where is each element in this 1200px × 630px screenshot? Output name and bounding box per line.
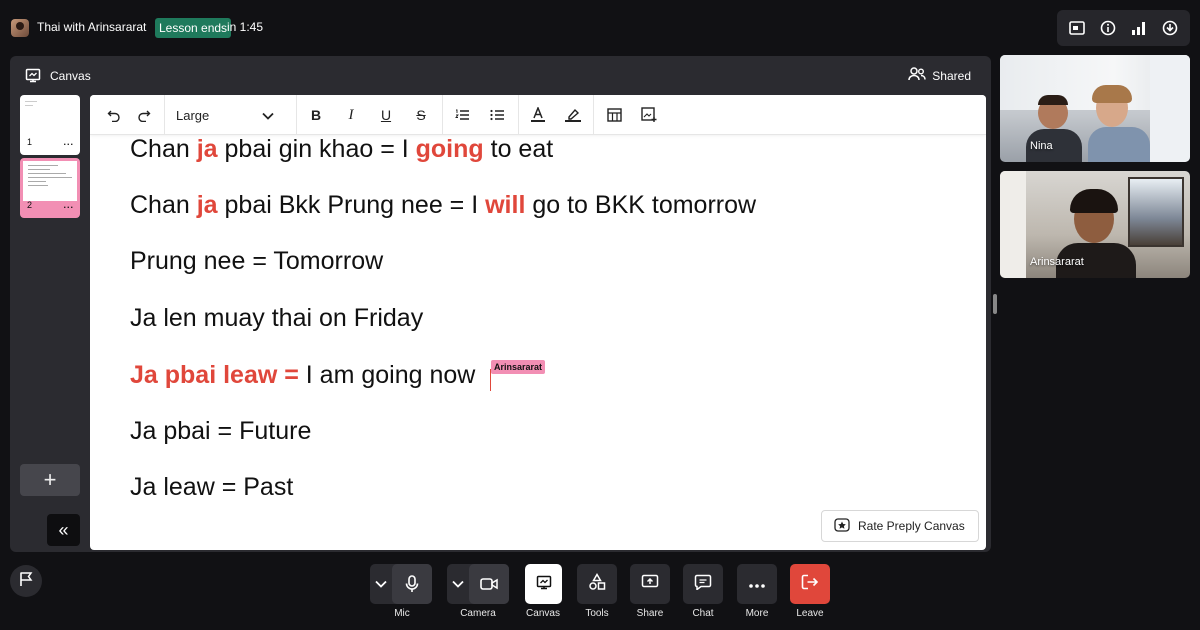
slide-thumbnail-2[interactable]: 2 ... xyxy=(20,158,80,218)
chat-label: Chat xyxy=(692,608,714,619)
more-button[interactable] xyxy=(737,564,777,604)
insert-image-icon[interactable] xyxy=(637,103,661,127)
rate-canvas-label: Rate Preply Canvas xyxy=(858,519,965,533)
table-icon[interactable] xyxy=(602,103,626,127)
shared-label: Shared xyxy=(932,68,971,83)
numbered-list-icon[interactable] xyxy=(450,103,474,127)
lesson-title: Thai with Arinsararat xyxy=(37,20,147,34)
top-bar: Thai with Arinsararat Lesson ends in 1:4… xyxy=(0,0,1200,56)
canvas-document[interactable]: Large B I U S Chan ja pbai gin khao = I … xyxy=(90,95,986,550)
strikethrough-icon[interactable]: S xyxy=(409,103,433,127)
resize-handle[interactable] xyxy=(993,294,997,314)
text-line-7: Ja leaw = Past xyxy=(130,473,294,501)
leave-label: Leave xyxy=(796,608,824,619)
underline-icon[interactable]: U xyxy=(374,103,398,127)
video-tile-arinsararat[interactable]: Arinsararat xyxy=(1000,171,1190,278)
mic-control xyxy=(370,564,432,604)
flag-icon xyxy=(19,571,33,592)
more-label: More xyxy=(745,608,769,619)
camera-options-chevron-icon[interactable] xyxy=(447,580,469,588)
tools-button[interactable] xyxy=(577,564,617,604)
lesson-ends-badge: Lesson ends xyxy=(155,18,232,38)
slide-number: 1 xyxy=(27,137,33,147)
signal-icon[interactable] xyxy=(1127,16,1151,40)
bullet-list-icon[interactable] xyxy=(485,103,509,127)
camera-control xyxy=(447,564,509,604)
leave-button[interactable] xyxy=(790,564,830,604)
people-icon xyxy=(908,67,926,84)
slide-preview xyxy=(23,161,77,201)
text-color-icon[interactable] xyxy=(526,103,550,127)
rate-canvas-button[interactable]: Rate Preply Canvas xyxy=(821,510,979,542)
add-slide-button[interactable]: + xyxy=(20,464,80,496)
shapes-icon xyxy=(588,572,606,596)
shared-status[interactable]: Shared xyxy=(908,67,971,84)
chevron-down-icon xyxy=(262,108,274,123)
picture-in-picture-icon[interactable] xyxy=(1065,16,1089,40)
canvas-label: Canvas xyxy=(526,608,560,619)
share-button[interactable] xyxy=(630,564,670,604)
canvas-icon xyxy=(536,574,552,595)
info-icon[interactable] xyxy=(1096,16,1120,40)
text-line-5: Ja pbai leaw = I am going now xyxy=(130,361,476,389)
text-line-3: Prung nee = Tomorrow xyxy=(130,247,384,275)
canvas-panel: Canvas Shared 1 ... 2 ... + « Large B I … xyxy=(10,56,991,552)
share-label: Share xyxy=(636,608,664,619)
more-dots-icon xyxy=(749,575,765,593)
redo-icon[interactable] xyxy=(132,103,156,127)
video-camera-icon[interactable] xyxy=(469,564,509,604)
chat-bubble-icon xyxy=(694,574,712,595)
bold-icon[interactable]: B xyxy=(304,103,328,127)
slide-more-button[interactable]: ... xyxy=(63,200,74,210)
highlight-icon[interactable] xyxy=(561,103,585,127)
camera-label: Camera xyxy=(460,608,496,619)
report-flag-button[interactable] xyxy=(10,565,42,597)
slide-thumbnail-1[interactable]: 1 ... xyxy=(20,95,80,155)
text-line-4: Ja len muay thai on Friday xyxy=(130,304,424,332)
collapse-sidebar-button[interactable]: « xyxy=(47,514,80,546)
text-line-1: Chan ja pbai gin khao = I going to eat xyxy=(130,135,554,163)
mic-options-chevron-icon[interactable] xyxy=(370,580,392,588)
microphone-icon[interactable] xyxy=(392,564,432,604)
mic-label: Mic xyxy=(394,608,410,619)
editor-toolbar: Large B I U S xyxy=(90,95,986,135)
participant-name: Nina xyxy=(1030,140,1053,152)
slide-number: 2 xyxy=(27,200,33,210)
download-icon[interactable] xyxy=(1158,16,1182,40)
leave-icon xyxy=(801,574,819,595)
canvas-icon xyxy=(25,67,41,88)
italic-icon[interactable]: I xyxy=(339,103,363,127)
font-size-value: Large xyxy=(176,107,210,123)
canvas-button[interactable] xyxy=(525,564,562,604)
lesson-time-remaining: in 1:45 xyxy=(227,20,264,34)
participant-name: Arinsararat xyxy=(1030,256,1084,268)
slide-more-button[interactable]: ... xyxy=(63,137,74,147)
tutor-avatar xyxy=(11,19,29,37)
text-line-2: Chan ja pbai Bkk Prung nee = I will go t… xyxy=(130,191,757,219)
collaborator-cursor-label: Arinsararat xyxy=(491,360,546,374)
chat-button[interactable] xyxy=(683,564,723,604)
screen-share-icon xyxy=(641,574,659,595)
star-icon xyxy=(834,517,850,535)
top-tools-group xyxy=(1057,10,1190,46)
undo-icon[interactable] xyxy=(102,103,126,127)
text-line-6: Ja pbai = Future xyxy=(130,417,312,445)
video-tile-nina[interactable]: Nina xyxy=(1000,55,1190,162)
font-size-select[interactable]: Large xyxy=(168,103,278,127)
panel-title: Canvas xyxy=(50,69,91,83)
tools-label: Tools xyxy=(585,608,609,619)
